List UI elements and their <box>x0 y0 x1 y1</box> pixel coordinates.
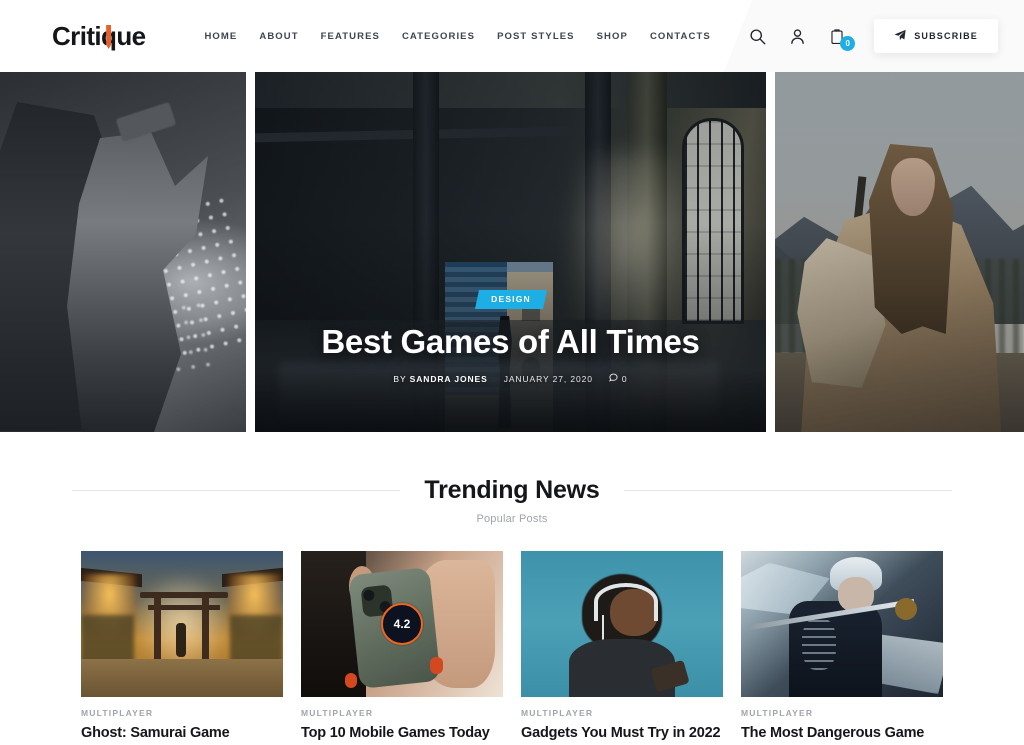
nav-item-shop[interactable]: SHOP <box>586 23 639 50</box>
subscribe-label: SUBSCRIBE <box>914 31 978 41</box>
post-card-list: MULTIPLAYER Ghost: Samurai Game BY KYLE … <box>0 551 1024 745</box>
sword-hilt-decoration <box>894 597 917 620</box>
bush-left-decoration <box>81 615 134 665</box>
hero-date: JANUARY 27, 2020 <box>503 373 593 384</box>
hero-title[interactable]: Best Games of All Times <box>321 323 700 361</box>
logo-text-before: Criti <box>52 21 102 51</box>
post-rating-value: 4.2 <box>393 617 411 631</box>
torii-gate-image <box>81 551 283 697</box>
search-icon[interactable] <box>746 25 768 47</box>
paper-plane-icon <box>894 29 906 43</box>
walking-figure-decoration <box>175 622 186 657</box>
trending-news-section: Trending News Popular Posts MULTIPLAYER … <box>0 432 1024 745</box>
hero-category-badge[interactable]: DESIGN <box>474 290 547 309</box>
post-category[interactable]: MULTIPLAYER <box>81 708 283 718</box>
nav-item-about[interactable]: ABOUT <box>248 23 309 50</box>
hero-comments[interactable]: 0 <box>608 373 628 384</box>
post-card[interactable]: MULTIPLAYER Ghost: Samurai Game BY KYLE … <box>81 551 283 745</box>
section-title: Trending News <box>424 476 600 504</box>
post-card[interactable]: MULTIPLAYER The Most Dangerous Game BY S… <box>741 551 943 745</box>
post-thumbnail[interactable]: 4.2 <box>301 551 503 697</box>
hero-content: DESIGN Best Games of All Times BY SANDRA… <box>255 290 766 432</box>
comment-icon <box>608 373 618 384</box>
user-icon[interactable] <box>786 25 808 47</box>
subscribe-button[interactable]: SUBSCRIBE <box>874 19 998 53</box>
hero-author-name: SANDRA JONES <box>409 373 488 384</box>
hero-left-image <box>0 72 246 432</box>
header-actions: 0 SUBSCRIBE <box>746 19 998 53</box>
hero-post-featured[interactable]: DESIGN Best Games of All Times BY SANDRA… <box>254 72 767 432</box>
hero-right-image <box>775 72 1024 432</box>
post-category[interactable]: MULTIPLAYER <box>741 708 943 718</box>
headphones-person-image <box>521 551 723 697</box>
post-thumbnail[interactable] <box>741 551 943 697</box>
swordsman-image <box>741 551 943 697</box>
post-title[interactable]: Ghost: Samurai Game <box>81 725 283 741</box>
hero-comment-count: 0 <box>621 373 628 384</box>
hero-author-prefix: BY <box>393 373 407 384</box>
post-category[interactable]: MULTIPLAYER <box>301 708 503 718</box>
logo-text-after: ue <box>116 21 146 51</box>
site-logo[interactable]: Critique <box>52 21 146 51</box>
main-navigation: HOME ABOUT FEATURES CATEGORIES POST STYL… <box>193 23 721 50</box>
post-thumbnail[interactable] <box>81 551 283 697</box>
hero-meta: BY SANDRA JONES JANUARY 27, 2020 0 <box>393 373 627 384</box>
cart-icon[interactable]: 0 <box>826 25 856 51</box>
fingernail-decoration <box>430 656 444 674</box>
nav-item-contacts[interactable]: CONTACTS <box>639 23 722 50</box>
divider-left <box>72 490 401 491</box>
divider-right <box>623 490 952 491</box>
logo-text-pencil-letter: q <box>101 21 117 51</box>
post-category[interactable]: MULTIPLAYER <box>521 708 723 718</box>
nav-item-post-styles[interactable]: POST STYLES <box>486 23 586 50</box>
image-overlay-gradient <box>775 72 1024 432</box>
post-title[interactable]: The Most Dangerous Game <box>741 725 943 741</box>
site-header: Critique HOME ABOUT FEATURES CATEGORIES … <box>0 0 1024 72</box>
nav-item-features[interactable]: FEATURES <box>310 23 391 50</box>
post-thumbnail[interactable] <box>521 551 723 697</box>
post-title[interactable]: Gadgets You Must Try in 2022 <box>521 725 723 741</box>
pencil-icon: q <box>101 21 117 51</box>
hero-slider: DESIGN Best Games of All Times BY SANDRA… <box>0 72 1024 432</box>
hero-post-right[interactable] <box>775 72 1024 432</box>
cart-count-badge: 0 <box>840 36 856 51</box>
hero-category-label: DESIGN <box>490 294 531 304</box>
section-subtitle: Popular Posts <box>476 513 548 525</box>
section-header: Trending News Popular Posts <box>0 476 1024 525</box>
nav-item-categories[interactable]: CATEGORIES <box>391 23 486 50</box>
post-rating-badge: 4.2 <box>381 603 423 645</box>
post-card[interactable]: MULTIPLAYER Gadgets You Must Try in 2022… <box>521 551 723 745</box>
bush-right-decoration <box>230 615 283 665</box>
hero-post-left[interactable] <box>0 72 246 432</box>
post-title[interactable]: Top 10 Mobile Games Today <box>301 725 503 741</box>
hero-author[interactable]: BY SANDRA JONES <box>393 374 487 384</box>
embroidery-decoration <box>801 618 836 671</box>
path-decoration <box>81 659 283 697</box>
nav-item-home[interactable]: HOME <box>193 23 248 50</box>
section-title-row: Trending News <box>72 476 952 505</box>
post-card[interactable]: 4.2 MULTIPLAYER Top 10 Mobile Games Toda… <box>301 551 503 745</box>
